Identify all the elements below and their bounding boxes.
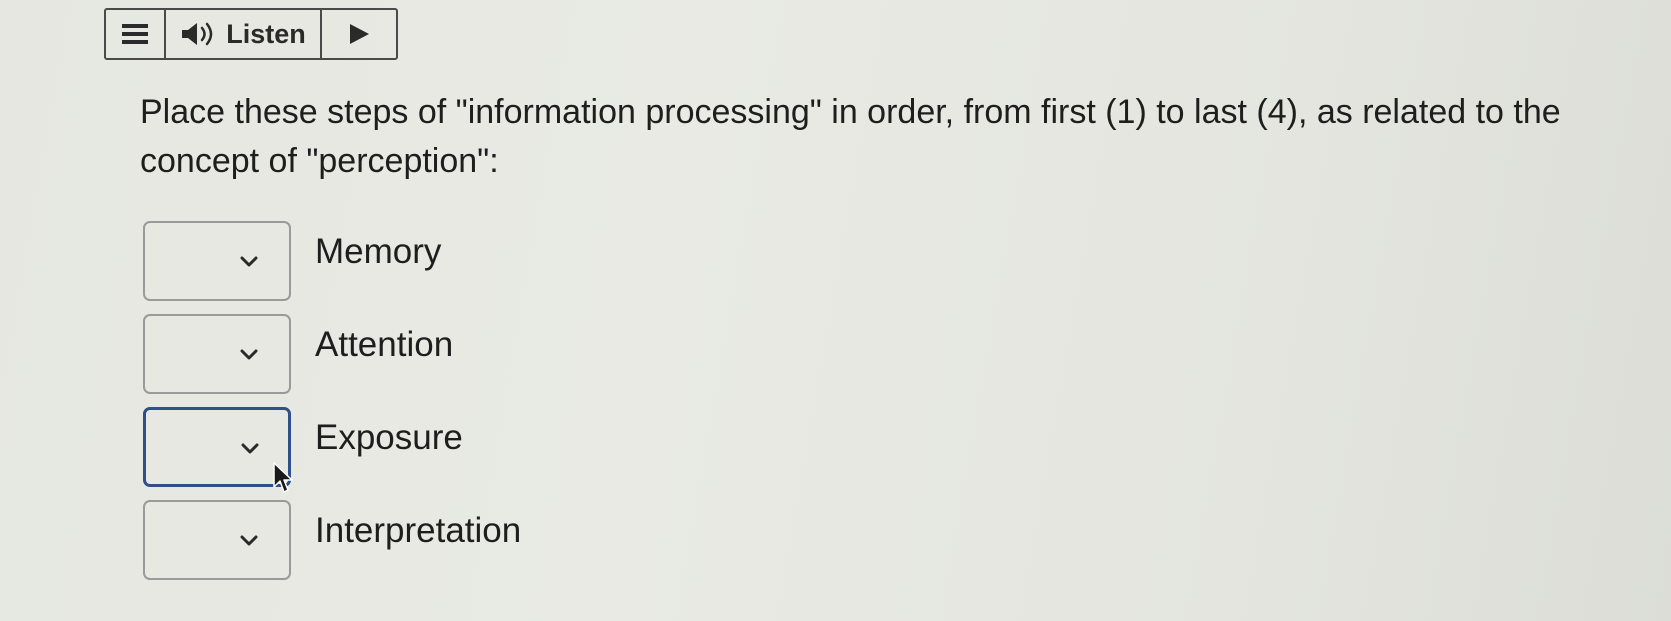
mouse-pointer-icon [273,462,293,493]
item-label-attention: Attention [315,325,454,364]
ordering-list: Memory Attention Exposure Interpretation [143,221,521,593]
speaker-icon [182,22,213,46]
list-item: Exposure [143,407,521,500]
list-item: Attention [143,314,521,407]
order-select-attention[interactable] [143,314,291,394]
listen-button[interactable]: Listen [166,10,322,58]
menu-button[interactable] [106,10,166,58]
list-item: Interpretation [143,500,521,593]
order-select-interpretation[interactable] [143,500,291,580]
hamburger-menu-icon [122,24,148,44]
item-label-exposure: Exposure [315,418,463,457]
list-item: Memory [143,221,521,314]
listen-label: Listen [226,18,306,49]
chevron-down-icon [240,256,258,267]
play-button[interactable] [322,10,396,58]
item-label-interpretation: Interpretation [315,511,522,550]
order-select-memory[interactable] [143,221,291,301]
question-text: Place these steps of "information proces… [140,93,1561,180]
chevron-down-icon [240,535,258,546]
chevron-down-icon [241,443,259,454]
play-icon [350,24,369,44]
chevron-down-icon [240,349,258,360]
item-label-memory: Memory [315,232,442,271]
listen-toolbar: Listen [104,8,398,60]
order-select-exposure[interactable] [143,407,291,487]
